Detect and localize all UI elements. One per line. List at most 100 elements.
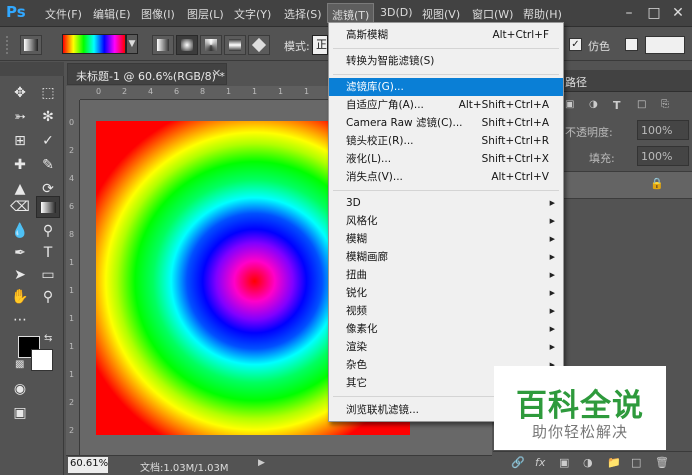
reflected-gradient-button[interactable] — [224, 35, 246, 55]
menu-item-vanishing-point[interactable]: 消失点(V)... Alt+Ctrl+V — [329, 168, 563, 186]
lasso-icon[interactable]: ➳ — [8, 106, 32, 128]
eyedropper-icon[interactable]: ✓ — [36, 130, 60, 152]
menu-filter[interactable]: 滤镜(T) — [327, 3, 375, 23]
menu-separator — [333, 190, 559, 191]
swap-colors-icon[interactable]: ⇆ — [44, 333, 52, 344]
fx-icon[interactable]: fx — [535, 456, 545, 469]
opacity-field[interactable]: 100% — [637, 120, 689, 140]
diamond-gradient-button[interactable] — [248, 35, 270, 55]
linear-gradient-icon — [157, 39, 169, 51]
more-tools-icon[interactable]: ⋯ — [8, 309, 32, 331]
transparency-checkbox[interactable] — [625, 38, 638, 51]
menu-window[interactable]: 窗口(W) — [472, 6, 513, 22]
hand-icon[interactable]: ✋ — [8, 286, 32, 308]
menu-item-blur-gallery[interactable]: 模糊画廊 ▶ — [329, 248, 563, 266]
document-tab[interactable]: 未标题-1 @ 60.6%(RGB/8) * — [67, 63, 227, 85]
dither-checkbox[interactable]: ✓ — [569, 38, 582, 51]
ruler-tick-label: 4 — [148, 87, 154, 96]
healing-brush-icon[interactable]: ✚ — [8, 154, 32, 176]
menu-3d[interactable]: 3D(D) — [380, 6, 413, 19]
radial-gradient-button[interactable] — [176, 35, 198, 55]
zoom-field[interactable]: 60.61% — [68, 457, 108, 473]
quick-select-icon[interactable]: ✻ — [36, 106, 60, 128]
crop-icon[interactable]: ⊞ — [8, 130, 32, 152]
brush-icon[interactable]: ✎ — [36, 154, 60, 176]
menu-item-camera-raw[interactable]: Camera Raw 滤镜(C)... Shift+Ctrl+A — [329, 114, 563, 132]
menu-type[interactable]: 文字(Y) — [234, 6, 271, 22]
link-layers-icon[interactable]: 🔗 — [511, 456, 525, 469]
mode-select[interactable]: 正 — [312, 35, 328, 55]
marquee-icon[interactable]: ⬚ — [36, 82, 60, 104]
tools-panel-grip[interactable] — [0, 62, 64, 76]
menu-item-video[interactable]: 视频 ▶ — [329, 302, 563, 320]
menu-item-label: 模糊 — [346, 233, 367, 245]
fill-field[interactable]: 100% — [637, 146, 689, 166]
ruler-tick-label: 2 — [69, 398, 75, 407]
path-select-icon[interactable]: ➤ — [8, 264, 32, 286]
menu-item-label: 转换为智能滤镜(S) — [346, 55, 435, 67]
menu-layer[interactable]: 图层(L) — [187, 6, 224, 22]
menu-item-convert-smart-filter[interactable]: 转换为智能滤镜(S) — [329, 52, 563, 70]
menu-item-lens-correction[interactable]: 镜头校正(R)... Shift+Ctrl+R — [329, 132, 563, 150]
move-icon[interactable]: ✥ — [8, 82, 32, 104]
adjustment-filter-icon[interactable]: ◑ — [589, 99, 603, 113]
rectangle-icon[interactable]: ▭ — [36, 264, 60, 286]
menu-item-stylize[interactable]: 风格化 ▶ — [329, 212, 563, 230]
menu-image[interactable]: 图像(I) — [141, 6, 175, 22]
zoom-icon[interactable]: ⚲ — [36, 286, 60, 308]
menu-item-filter-gallery[interactable]: 滤镜库(G)... — [329, 78, 563, 96]
menu-item-sharpen[interactable]: 锐化 ▶ — [329, 284, 563, 302]
radial-gradient-icon — [181, 39, 193, 51]
minimize-icon[interactable]: – — [619, 3, 639, 23]
menu-file[interactable]: 文件(F) — [45, 6, 82, 22]
menu-item-gaussian-blur[interactable]: 高斯模糊 Alt+Ctrl+F — [329, 26, 563, 44]
tab-paths[interactable]: 路径 — [565, 74, 587, 90]
type-icon[interactable]: T — [36, 242, 60, 264]
type-filter-icon[interactable]: T — [613, 99, 627, 113]
maximize-icon[interactable]: □ — [644, 3, 664, 23]
default-colors-icon[interactable]: ▩ — [15, 359, 24, 370]
shape-filter-icon[interactable]: □ — [637, 99, 651, 113]
ruler-tick-label: 2 — [69, 426, 75, 435]
ruler-tick-label: 0 — [69, 118, 75, 127]
quick-mask-icon[interactable]: ◉ — [8, 378, 32, 400]
menu-item-distort[interactable]: 扭曲 ▶ — [329, 266, 563, 284]
chevron-right-icon[interactable]: ▶ — [258, 458, 265, 468]
gradient-swatch[interactable] — [62, 34, 126, 54]
smart-object-filter-icon[interactable]: ⎘ — [661, 99, 675, 113]
menu-item-adaptive-wide-angle[interactable]: 自适应广角(A)... Alt+Shift+Ctrl+A — [329, 96, 563, 114]
background-color[interactable] — [31, 349, 53, 371]
menu-item-blur[interactable]: 模糊 ▶ — [329, 230, 563, 248]
angle-gradient-button[interactable] — [200, 35, 222, 55]
pen-icon[interactable]: ✒ — [8, 242, 32, 264]
new-layer-icon[interactable]: □ — [631, 456, 641, 469]
menu-item-render[interactable]: 渲染 ▶ — [329, 338, 563, 356]
image-filter-icon[interactable]: ▣ — [565, 99, 579, 113]
linear-gradient-button[interactable] — [152, 35, 174, 55]
close-icon[interactable]: ✕ — [668, 3, 688, 23]
new-group-icon[interactable]: 📁 — [607, 456, 621, 469]
menu-select[interactable]: 选择(S) — [284, 6, 322, 22]
menu-edit[interactable]: 编辑(E) — [93, 6, 131, 22]
menu-view[interactable]: 视图(V) — [422, 6, 460, 22]
tool-preset-button[interactable] — [20, 35, 42, 55]
menu-item-3d[interactable]: 3D ▶ — [329, 194, 563, 212]
ruler-tick-label: 2 — [122, 87, 128, 96]
gradient-tool-glyph — [41, 202, 56, 213]
watermark-title: 百科全说 — [516, 388, 644, 424]
eraser-icon[interactable]: ⌫ — [8, 196, 32, 218]
adjustment-layer-icon[interactable]: ◑ — [583, 456, 593, 469]
chevron-down-icon[interactable]: ▼ — [126, 34, 138, 54]
gradient-icon[interactable] — [36, 196, 60, 218]
dodge-icon[interactable]: ⚲ — [36, 220, 60, 242]
menu-help[interactable]: 帮助(H) — [523, 6, 562, 22]
ruler-tick-label: 6 — [69, 202, 75, 211]
screen-mode-icon[interactable]: ▣ — [8, 402, 32, 424]
workspace-select[interactable] — [645, 36, 685, 54]
delete-layer-icon[interactable]: 🗑 — [655, 456, 669, 469]
menu-item-liquify[interactable]: 液化(L)... Shift+Ctrl+X — [329, 150, 563, 168]
add-mask-icon[interactable]: ▣ — [559, 456, 569, 469]
blur-icon[interactable]: 💧 — [8, 220, 32, 242]
menu-item-pixelate[interactable]: 像素化 ▶ — [329, 320, 563, 338]
close-tab-icon[interactable]: ✕ — [212, 67, 221, 80]
